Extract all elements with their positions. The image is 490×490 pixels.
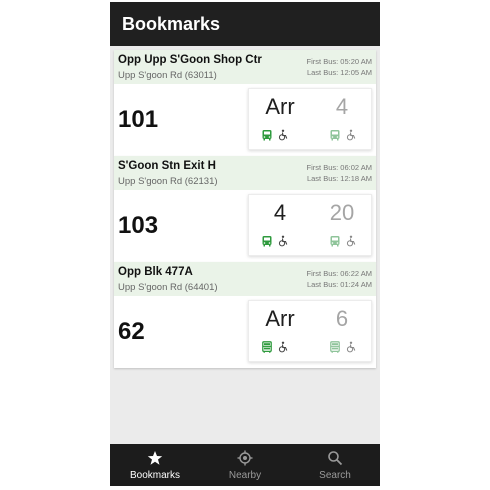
app-screen: Bookmarks Opp Upp S'Goon Shop Ctr Upp S'… — [110, 2, 380, 486]
nav-label: Nearby — [228, 470, 262, 481]
page-title: Bookmarks — [122, 14, 221, 34]
location-target-icon — [237, 450, 253, 466]
first-bus: First Bus: 06:02 AM — [306, 163, 372, 172]
bus-times: First Bus: 05:20 AM Last Bus: 12:05 AM — [307, 56, 372, 78]
stop-name: S'Goon Stn Exit H — [118, 160, 216, 172]
stop-name: Opp Blk 477A — [118, 266, 193, 278]
arrival-panel[interactable]: Arr 6 — [248, 300, 372, 362]
next-arrival: Arr — [265, 306, 295, 331]
last-bus: Last Bus: 12:05 AM — [306, 68, 372, 77]
arrival-panel[interactable]: 4 20 — [248, 194, 372, 256]
wheelchair-icon — [278, 341, 288, 353]
bottom-navigation: Bookmarks Nearby Search — [110, 444, 380, 486]
bus-times: First Bus: 06:02 AM Last Bus: 12:18 AM — [307, 162, 372, 184]
bus-icon — [330, 130, 340, 141]
service-number: 101 — [118, 106, 159, 133]
nav-label: Bookmarks — [129, 470, 180, 481]
wheelchair-icon — [346, 235, 356, 247]
bus-stop-header[interactable]: S'Goon Stn Exit H Upp S'goon Rd (62131) … — [114, 156, 376, 190]
bus-icon — [330, 236, 340, 247]
next-arrival: Arr — [265, 94, 295, 119]
stop-road: Upp S'goon Rd (62131) — [118, 176, 218, 187]
service-number: 103 — [118, 212, 159, 239]
bus-times: First Bus: 06:22 AM Last Bus: 01:24 AM — [307, 268, 372, 290]
arrival-panel[interactable]: Arr 4 — [248, 88, 372, 150]
double-deck-bus-icon — [262, 341, 272, 353]
subsequent-arrival: 20 — [329, 200, 355, 225]
double-deck-bus-icon — [330, 341, 340, 353]
first-bus: First Bus: 05:20 AM — [306, 57, 372, 66]
subsequent-arrival: 4 — [335, 94, 349, 119]
nav-nearby[interactable]: Nearby — [200, 444, 290, 486]
nav-label: Search — [319, 470, 351, 481]
star-icon — [147, 451, 163, 465]
app-bar: Bookmarks — [110, 2, 380, 46]
wheelchair-icon — [346, 129, 356, 141]
last-bus: Last Bus: 12:18 AM — [306, 174, 372, 183]
bookmark-card[interactable]: Opp Blk 477A Upp S'goon Rd (64401) First… — [114, 262, 376, 368]
subsequent-arrival: 6 — [335, 306, 349, 331]
last-bus: Last Bus: 01:24 AM — [306, 280, 372, 289]
service-number: 62 — [118, 318, 145, 345]
bookmark-card[interactable]: S'Goon Stn Exit H Upp S'goon Rd (62131) … — [114, 156, 376, 262]
wheelchair-icon — [278, 129, 288, 141]
bus-icon — [262, 236, 272, 247]
next-arrival: 4 — [273, 200, 287, 225]
wheelchair-icon — [278, 235, 288, 247]
bookmark-card[interactable]: Opp Upp S'Goon Shop Ctr Upp S'goon Rd (6… — [114, 50, 376, 156]
bus-stop-header[interactable]: Opp Blk 477A Upp S'goon Rd (64401) First… — [114, 262, 376, 296]
bus-icon — [262, 130, 272, 141]
first-bus: First Bus: 06:22 AM — [306, 269, 372, 278]
nav-bookmarks[interactable]: Bookmarks — [110, 444, 200, 486]
stop-road: Upp S'goon Rd (63011) — [118, 70, 217, 81]
stop-road: Upp S'goon Rd (64401) — [118, 282, 218, 293]
bus-stop-header[interactable]: Opp Upp S'Goon Shop Ctr Upp S'goon Rd (6… — [114, 50, 376, 84]
wheelchair-icon — [346, 341, 356, 353]
stop-name: Opp Upp S'Goon Shop Ctr — [118, 54, 262, 66]
search-icon — [328, 451, 343, 466]
nav-search[interactable]: Search — [290, 444, 380, 486]
